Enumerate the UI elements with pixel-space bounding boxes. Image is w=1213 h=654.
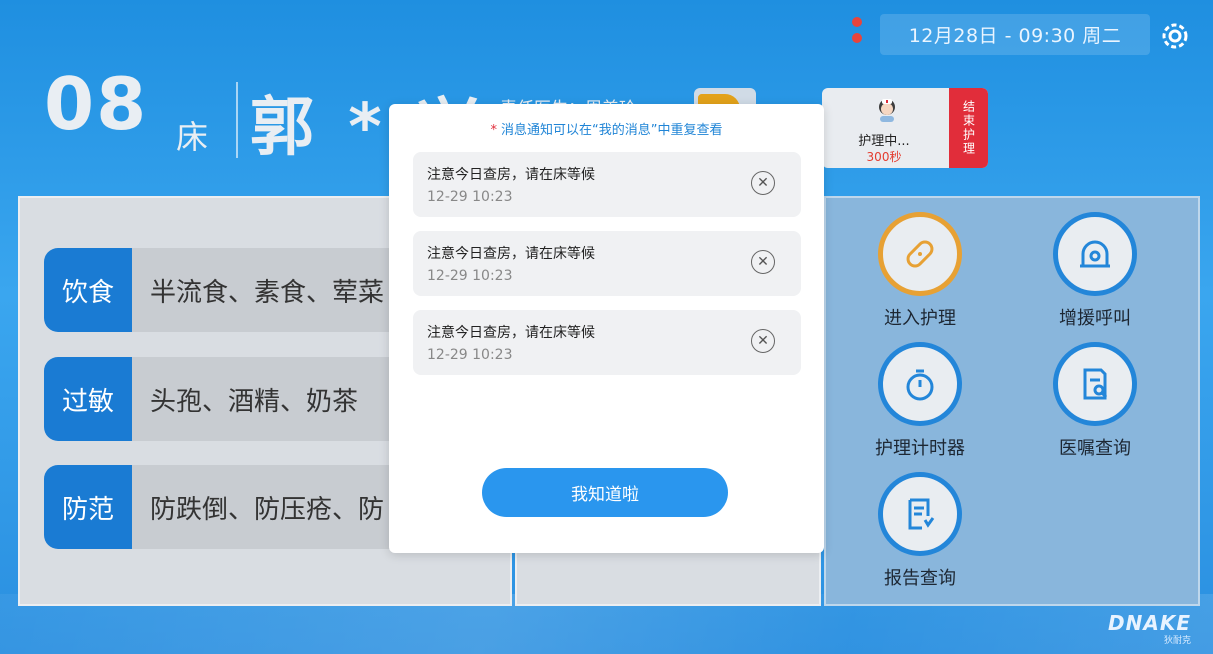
action-enter-nursing[interactable]: 进入护理 xyxy=(865,212,975,330)
nurse-timer: 300秒 xyxy=(866,150,902,164)
action-label: 报告查询 xyxy=(884,568,956,589)
message-title: 注意今日查房，请在床等候 xyxy=(427,167,595,183)
nurse-icon xyxy=(879,99,895,122)
datetime-display: 12月28日 - 09:30 周二 xyxy=(880,14,1150,55)
action-label: 进入护理 xyxy=(884,308,956,329)
message-card: 注意今日查房，请在床等候 12-29 10:23 ✕ xyxy=(413,310,801,375)
message-card: 注意今日查房，请在床等候 12-29 10:23 ✕ xyxy=(413,152,801,217)
message-title: 注意今日查房，请在床等候 xyxy=(427,325,595,341)
document-search-icon[interactable] xyxy=(1053,342,1137,426)
hint-text: 消息通知可以在“我的消息”中重复查看 xyxy=(501,123,723,138)
report-icon[interactable] xyxy=(878,472,962,556)
info-tag: 过敏 xyxy=(44,357,132,441)
message-title: 注意今日查房，请在床等候 xyxy=(427,246,595,262)
brand-name: DNAKE xyxy=(1108,611,1191,635)
bandage-icon[interactable] xyxy=(878,212,962,296)
acknowledge-button[interactable]: 我知道啦 xyxy=(482,468,728,517)
action-nursing-timer[interactable]: 护理计时器 xyxy=(865,342,975,460)
close-icon[interactable]: ✕ xyxy=(751,329,775,353)
close-icon[interactable]: ✕ xyxy=(751,250,775,274)
status-icons xyxy=(852,17,866,49)
message-notification-dialog: * 消息通知可以在“我的消息”中重复查看 注意今日查房，请在床等候 12-29 1… xyxy=(389,104,824,553)
alarm-light-icon[interactable] xyxy=(1053,212,1137,296)
brand-logo: DNAKE 狄耐克 xyxy=(1108,611,1191,646)
gear-icon[interactable] xyxy=(1158,19,1192,53)
action-order-query[interactable]: 医嘱查询 xyxy=(1040,342,1150,460)
bed-number: 08 xyxy=(44,62,149,146)
action-label: 增援呼叫 xyxy=(1059,308,1131,329)
message-card: 注意今日查房，请在床等候 12-29 10:23 ✕ xyxy=(413,231,801,296)
stopwatch-icon[interactable] xyxy=(878,342,962,426)
message-time: 12-29 10:23 xyxy=(427,268,513,284)
nurse-status: 护理中... xyxy=(858,134,910,149)
required-star: * xyxy=(490,123,498,138)
action-reinforcement-call[interactable]: 增援呼叫 xyxy=(1040,212,1150,330)
close-icon[interactable]: ✕ xyxy=(751,171,775,195)
signal-alert-icon xyxy=(852,17,862,27)
nurse-card: 护理中... 300秒 结束护理 xyxy=(822,88,988,168)
action-label: 护理计时器 xyxy=(875,438,965,459)
network-alert-icon xyxy=(852,33,862,43)
dialog-hint: * 消息通知可以在“我的消息”中重复查看 xyxy=(389,119,824,138)
end-nursing-button[interactable]: 结束护理 xyxy=(949,88,988,168)
message-time: 12-29 10:23 xyxy=(427,347,513,363)
info-tag: 防范 xyxy=(44,465,132,549)
info-tag: 饮食 xyxy=(44,248,132,332)
action-label: 医嘱查询 xyxy=(1059,438,1131,459)
action-report-query[interactable]: 报告查询 xyxy=(865,472,975,590)
bed-unit: 床 xyxy=(176,118,209,156)
message-time: 12-29 10:23 xyxy=(427,189,513,205)
header-divider xyxy=(236,82,238,158)
